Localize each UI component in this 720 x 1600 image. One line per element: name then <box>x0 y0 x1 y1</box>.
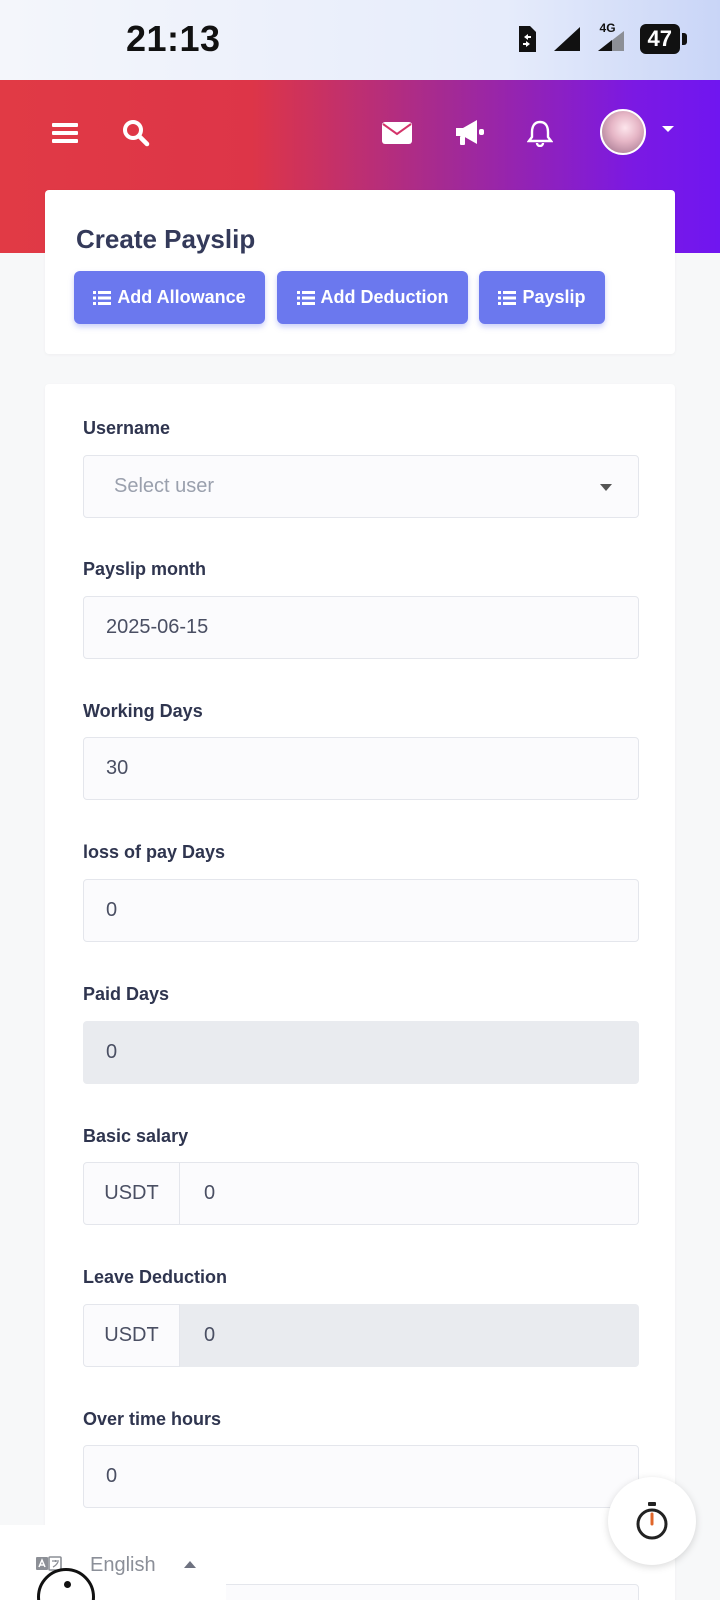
username-select[interactable]: Select user <box>83 455 639 518</box>
over-time-hours-value: 0 <box>106 1465 118 1487</box>
working-days-input[interactable]: 30 <box>83 737 639 800</box>
payslip-month-label: Payslip month <box>83 559 207 579</box>
paid-days-input: 0 <box>83 1021 639 1084</box>
list-icon <box>296 290 315 305</box>
payslip-button[interactable]: Payslip <box>479 271 605 324</box>
notifications-button[interactable] <box>520 113 560 153</box>
chevron-down-icon <box>600 484 612 491</box>
stopwatch-icon <box>636 1502 668 1540</box>
payslip-label: Payslip <box>522 287 586 307</box>
basic-salary-value: 0 <box>204 1182 216 1204</box>
add-deduction-label: Add Deduction <box>320 287 449 307</box>
megaphone-icon <box>456 120 484 145</box>
leave-deduction-label: Leave Deduction <box>83 1267 228 1287</box>
list-icon <box>498 290 517 305</box>
language-selector[interactable]: English <box>0 1525 226 1600</box>
basic-salary-input[interactable]: 0 <box>180 1162 639 1225</box>
menu-button[interactable] <box>45 113 85 153</box>
leave-deduction-group: USDT 0 <box>83 1304 639 1367</box>
network-type-label: 4G <box>599 21 616 35</box>
bell-icon <box>527 120 553 147</box>
bars-icon <box>52 123 78 143</box>
leave-deduction-input: 0 <box>180 1304 639 1367</box>
paid-days-label: Paid Days <box>83 984 170 1004</box>
loss-of-pay-days-input[interactable]: 0 <box>83 879 639 942</box>
over-time-hours-input[interactable]: 0 <box>83 1445 639 1508</box>
payslip-form-card: Username Select user Payslip month 2025-… <box>45 384 675 1600</box>
over-time-hours-label: Over time hours <box>83 1409 222 1429</box>
basic-salary-currency: USDT <box>83 1162 180 1225</box>
payslip-month-value: 2025-06-15 <box>106 616 209 638</box>
working-days-label: Working Days <box>83 701 203 721</box>
status-bar: 21:13 4G 47 <box>0 0 720 80</box>
profile-dropdown-caret[interactable] <box>662 126 674 132</box>
username-label: Username <box>83 418 171 438</box>
signal-icon <box>553 27 580 51</box>
page-header-card: Create Payslip Add Allowance Add Deducti… <box>45 190 675 354</box>
working-days-value: 30 <box>106 757 129 779</box>
add-allowance-label: Add Allowance <box>117 287 246 307</box>
list-icon <box>93 290 112 305</box>
user-avatar[interactable] <box>600 109 646 155</box>
search-icon <box>123 120 150 147</box>
sim-icon <box>518 26 536 52</box>
loss-of-pay-days-value: 0 <box>106 899 118 921</box>
leave-deduction-currency: USDT <box>83 1304 180 1367</box>
messages-button[interactable] <box>377 113 417 153</box>
language-label: English <box>90 1554 156 1576</box>
battery-indicator: 47 <box>639 24 688 54</box>
basic-salary-group: USDT 0 <box>83 1162 639 1225</box>
search-button[interactable] <box>116 113 156 153</box>
leave-deduction-value: 0 <box>204 1324 216 1346</box>
basic-salary-label: Basic salary <box>83 1126 189 1146</box>
timer-button[interactable] <box>608 1477 696 1565</box>
payslip-month-input[interactable]: 2025-06-15 <box>83 596 639 659</box>
username-placeholder: Select user <box>114 475 215 497</box>
loss-of-pay-days-label: loss of pay Days <box>83 842 226 862</box>
add-allowance-button[interactable]: Add Allowance <box>74 271 265 324</box>
envelope-icon <box>382 122 412 144</box>
status-icons: 4G 47 <box>516 21 688 54</box>
page-title: Create Payslip <box>76 224 256 254</box>
signal-4g-icon: 4G <box>596 21 626 53</box>
announcements-button[interactable] <box>450 113 490 153</box>
paid-days-value: 0 <box>106 1041 118 1063</box>
chevron-up-icon <box>184 1561 196 1568</box>
status-time: 21:13 <box>126 18 221 59</box>
info-icon <box>64 1581 71 1588</box>
add-deduction-button[interactable]: Add Deduction <box>277 271 468 324</box>
